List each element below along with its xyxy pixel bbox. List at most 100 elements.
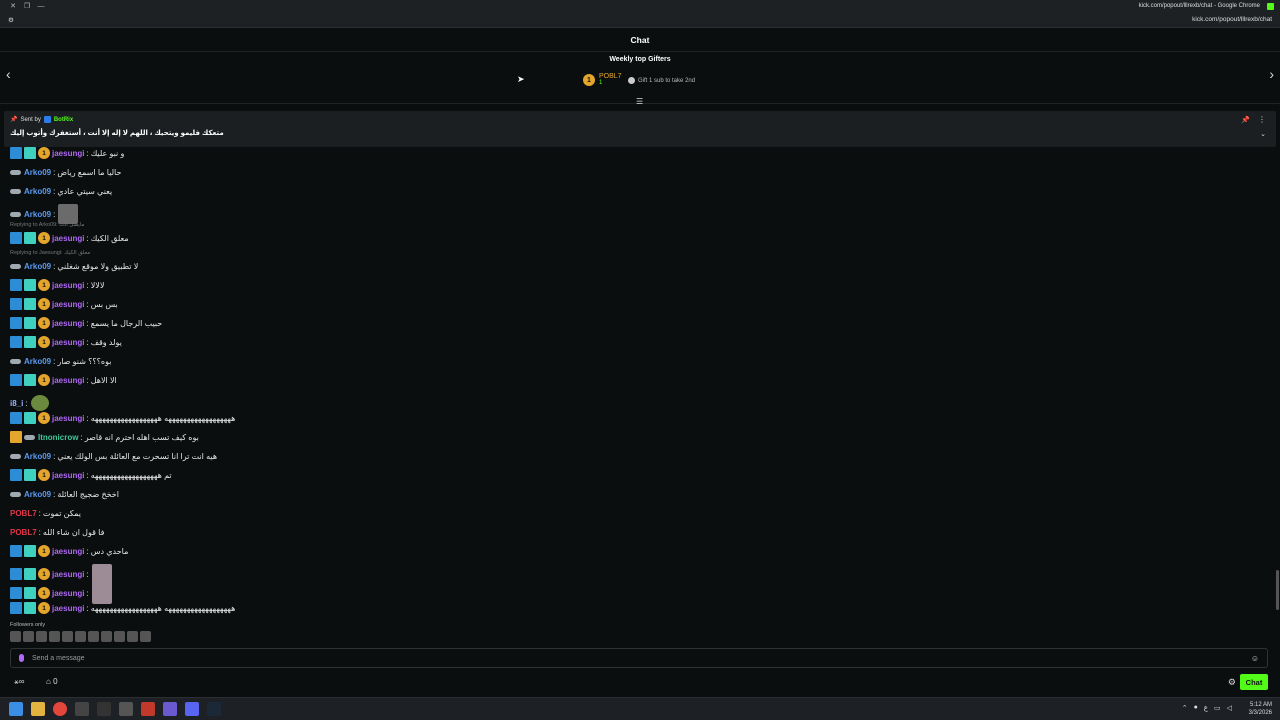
chat-message[interactable]: 1 jaesungi: bbox=[10, 582, 112, 604]
url-text[interactable]: kick.com/popout/lllrexb/chat bbox=[1192, 16, 1272, 23]
chat-emote[interactable] bbox=[58, 204, 79, 224]
reply-context[interactable]: Replying to Jaesungi: معلق الكيك bbox=[10, 250, 90, 257]
app-icon[interactable] bbox=[97, 702, 111, 716]
chat-message[interactable]: Arko09: لا تطبيق ولا موقع شغلني bbox=[10, 259, 138, 273]
chat-username[interactable]: jaesungi bbox=[52, 281, 84, 290]
more-options-icon[interactable]: ⋮ bbox=[1258, 115, 1266, 124]
chat-message[interactable]: Arko09: يعني سيتي عادي bbox=[10, 184, 112, 198]
chat-username[interactable]: Arko09 bbox=[24, 262, 51, 271]
chat-feed[interactable]: 1 jaesungi: و نبو عليك Arko09: حاليا ما اسمع… bbox=[0, 146, 1276, 616]
chat-username[interactable]: POBL7 bbox=[10, 509, 37, 518]
emote-icon[interactable] bbox=[75, 631, 86, 642]
chat-message[interactable]: 1 jaesungi: حبيب الرجال ما يسمع bbox=[10, 316, 162, 330]
infinity-icon[interactable]: ⚹∞ bbox=[14, 677, 25, 687]
app-icon[interactable] bbox=[141, 702, 155, 716]
chat-username[interactable]: Arko09 bbox=[24, 210, 51, 219]
site-info-icon[interactable]: ⚙ bbox=[8, 16, 14, 24]
chat-username[interactable]: Arko09 bbox=[24, 168, 51, 177]
emote-icon[interactable] bbox=[49, 631, 60, 642]
chrome-icon[interactable] bbox=[53, 702, 67, 716]
chat-message[interactable]: 1 jaesungi: ههههههههههههههههههه هههههههههه… bbox=[10, 411, 235, 425]
app-icon[interactable] bbox=[75, 702, 89, 716]
mic-icon[interactable]: ● bbox=[1194, 704, 1198, 712]
chat-message[interactable]: 1 jaesungi: بس بس bbox=[10, 297, 118, 311]
file-explorer-icon[interactable] bbox=[31, 702, 45, 716]
chevron-right-icon[interactable]: › bbox=[1269, 66, 1274, 82]
chevron-down-icon[interactable]: ⌄ bbox=[1260, 130, 1266, 138]
chat-username[interactable]: jaesungi bbox=[52, 414, 84, 423]
chat-message[interactable]: 1 jaesungi: معلق الكيك bbox=[10, 231, 129, 245]
network-icon[interactable]: ▭ bbox=[1214, 704, 1221, 712]
chat-username[interactable]: jaesungi bbox=[52, 604, 84, 613]
chat-username[interactable]: jaesungi bbox=[52, 589, 84, 598]
chat-message[interactable]: 1 jaesungi: ههههههههههههههههههه هههههههههه… bbox=[10, 601, 235, 615]
steam-icon[interactable] bbox=[207, 702, 221, 716]
chat-emote[interactable] bbox=[91, 563, 112, 585]
chat-username[interactable]: i8_i bbox=[10, 399, 23, 408]
chat-message[interactable]: 1 jaesungi: الا الاهل bbox=[10, 373, 117, 387]
chat-username[interactable]: jaesungi bbox=[52, 547, 84, 556]
chat-username[interactable]: jaesungi bbox=[52, 338, 84, 347]
chat-username[interactable]: jaesungi bbox=[52, 300, 84, 309]
restore-window-icon[interactable]: ❐ bbox=[20, 2, 34, 10]
emote-icon[interactable] bbox=[23, 631, 34, 642]
chat-message[interactable]: POBL7: فا قول ان شاء الله bbox=[10, 525, 104, 539]
volume-icon[interactable]: ◁ bbox=[1227, 704, 1232, 712]
clock[interactable]: 5:12 AM 3/3/2026 bbox=[1249, 701, 1272, 717]
chat-username[interactable]: jaesungi bbox=[52, 234, 84, 243]
minimize-window-icon[interactable]: — bbox=[34, 3, 48, 10]
points-counter[interactable]: ⌂ 0 bbox=[46, 677, 58, 686]
chat-message[interactable]: Arko09: bbox=[10, 204, 79, 224]
emote-icon[interactable] bbox=[62, 631, 73, 642]
close-window-icon[interactable]: ✕ bbox=[6, 2, 20, 10]
emote-icon[interactable] bbox=[88, 631, 99, 642]
chat-message[interactable]: Arko09: هيه انت ترا انا تسحرت مع العائلة … bbox=[10, 449, 217, 463]
chat-username[interactable]: jaesungi bbox=[52, 319, 84, 328]
language-icon[interactable]: ع bbox=[1204, 704, 1208, 712]
chat-message[interactable]: Arko09: اخخخ ضجيج العائلة bbox=[10, 487, 119, 501]
chat-username[interactable]: jaesungi bbox=[52, 570, 84, 579]
emote-icon[interactable] bbox=[114, 631, 125, 642]
chat-message[interactable]: Itnonicrow: بوه كيف تسب اهله احترم انه قا… bbox=[10, 430, 199, 444]
chat-message[interactable]: 1 jaesungi: ماحدي دس bbox=[10, 544, 128, 558]
emoji-icon[interactable]: ☺ bbox=[1251, 654, 1259, 663]
chevron-up-icon[interactable]: ⌃ bbox=[1182, 704, 1188, 712]
app-icon[interactable] bbox=[119, 702, 133, 716]
chat-message[interactable]: 1 jaesungi: و نبو عليك bbox=[10, 146, 124, 160]
chat-message[interactable]: Arko09: بوه؟؟؟ شنو صار bbox=[10, 354, 111, 368]
bot-name[interactable]: BotRix bbox=[54, 117, 73, 123]
windows-start-icon[interactable] bbox=[9, 702, 23, 716]
chat-send-button[interactable]: Chat bbox=[1240, 674, 1268, 690]
chat-username[interactable]: Arko09 bbox=[24, 187, 51, 196]
chevron-left-icon[interactable]: ‹ bbox=[6, 66, 11, 82]
top-gifter[interactable]: 1 POBL7 1 bbox=[583, 73, 622, 87]
reply-context[interactable]: Replying to Arko09: مايصل الت bbox=[10, 222, 84, 229]
chat-message[interactable]: 1 jaesungi: bbox=[10, 563, 112, 585]
emote-icon[interactable] bbox=[101, 631, 112, 642]
gear-icon[interactable]: ⚙ bbox=[1228, 677, 1236, 688]
chat-username[interactable]: Arko09 bbox=[24, 452, 51, 461]
scrollbar[interactable] bbox=[1276, 570, 1279, 610]
chat-username[interactable]: Itnonicrow bbox=[38, 433, 78, 442]
chat-message[interactable]: POBL7: يمكن تموت bbox=[10, 506, 81, 520]
chat-username[interactable]: Arko09 bbox=[24, 357, 51, 366]
chat-message[interactable]: Arko09: حاليا ما اسمع رياض bbox=[10, 165, 121, 179]
collapse-icon[interactable]: ☰ bbox=[636, 97, 643, 106]
message-input[interactable]: Send a message ☺ bbox=[10, 648, 1268, 668]
emote-icon[interactable] bbox=[127, 631, 138, 642]
emote-icon[interactable] bbox=[10, 631, 21, 642]
pin-icon[interactable]: 📌 bbox=[1241, 116, 1250, 124]
chat-message[interactable]: 1 jaesungi: يولد وقف bbox=[10, 335, 122, 349]
chat-username[interactable]: Arko09 bbox=[24, 490, 51, 499]
app-icon[interactable] bbox=[163, 702, 177, 716]
chat-username[interactable]: jaesungi bbox=[52, 471, 84, 480]
chat-message[interactable]: 1 jaesungi: لالالا bbox=[10, 278, 104, 292]
chat-username[interactable]: POBL7 bbox=[10, 528, 37, 537]
chat-username[interactable]: jaesungi bbox=[52, 376, 84, 385]
chat-username[interactable]: jaesungi bbox=[52, 149, 84, 158]
chat-message[interactable]: 1 jaesungi: تم ههههههههههههههههههه bbox=[10, 468, 172, 482]
discord-icon[interactable] bbox=[185, 702, 199, 716]
chat-message[interactable]: i8_i: bbox=[10, 395, 49, 411]
chat-emote[interactable] bbox=[30, 395, 49, 411]
emote-icon[interactable] bbox=[140, 631, 151, 642]
